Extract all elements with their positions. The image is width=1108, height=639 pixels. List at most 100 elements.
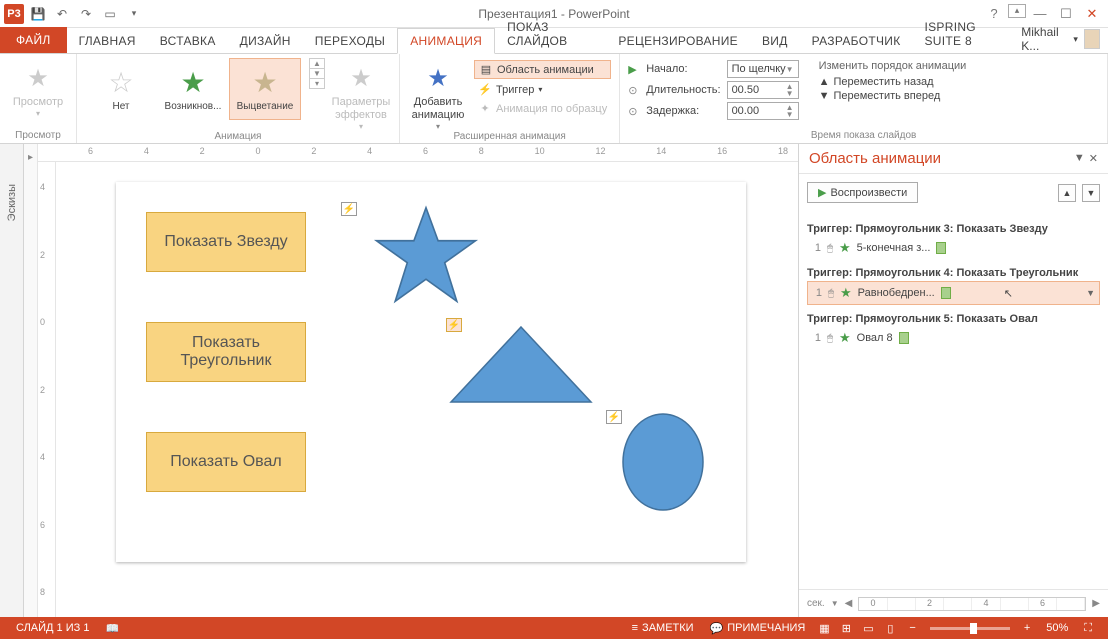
animation-entry-1[interactable]: 1 🖱 ★ 5-конечная з... — [807, 237, 1100, 259]
star-shape[interactable] — [371, 202, 481, 307]
sorter-view-icon[interactable]: ⊞ — [835, 619, 857, 637]
trigger-label-1: Триггер: Прямоугольник 3: Показать Звезд… — [807, 223, 1100, 235]
preview-button[interactable]: ★ Просмотр ▾ — [8, 58, 68, 118]
redo-icon[interactable]: ↷ — [76, 4, 96, 24]
star-green-icon: ★ — [839, 330, 851, 346]
add-animation-button[interactable]: ★ Добавить анимацию ▾ — [408, 58, 468, 131]
timeline-right-icon[interactable]: ▶ — [1092, 598, 1100, 609]
slideshow-view-icon[interactable]: ▯ — [879, 619, 901, 637]
minimize-icon[interactable]: — — [1028, 4, 1052, 24]
tab-review[interactable]: РЕЦЕНЗИРОВАНИЕ — [606, 29, 750, 53]
slide-editor: 642024681012141618 4202468 Показать Звез… — [38, 144, 798, 617]
normal-view-icon[interactable]: ▦ — [813, 619, 835, 637]
ribbon: ★ Просмотр ▾ Просмотр ☆ Нет ★ Возникнов.… — [0, 54, 1108, 144]
save-icon[interactable]: 💾 — [28, 4, 48, 24]
maximize-icon[interactable]: ☐ — [1054, 4, 1078, 24]
animation-entry-3[interactable]: 1 🖱 ★ Овал 8 — [807, 327, 1100, 349]
start-select[interactable]: По щелчку▼ — [727, 60, 799, 78]
close-icon[interactable]: ✕ — [1080, 4, 1104, 24]
thumbnails-label: Эскизы — [6, 184, 18, 221]
tab-slideshow[interactable]: ПОКАЗ СЛАЙДОВ — [495, 15, 606, 53]
animation-painter-button[interactable]: ✦ Анимация по образцу — [474, 100, 611, 117]
cursor-icon: ↖ — [1004, 287, 1013, 300]
move-down-button[interactable]: ▼ — [1082, 184, 1100, 202]
app-icon: P3 — [4, 4, 24, 24]
trigger-button[interactable]: ⚡ Триггер ▾ — [474, 81, 611, 98]
spellcheck-icon[interactable]: 📖 — [97, 622, 127, 635]
oval-shape[interactable] — [621, 412, 706, 512]
chevron-down-icon: ▼ — [786, 66, 794, 73]
shape-button-triangle[interactable]: Показать Треугольник — [146, 322, 306, 382]
trigger-badge-1[interactable]: ⚡ — [341, 202, 357, 216]
anim-none[interactable]: ☆ Нет — [85, 58, 157, 120]
tab-transitions[interactable]: ПЕРЕХОДЫ — [303, 29, 397, 53]
canvas[interactable]: Показать Звезду Показать Треугольник Пок… — [56, 162, 798, 617]
gallery-expand[interactable]: ▲ ▼ ▾ — [309, 58, 325, 89]
start-slideshow-icon[interactable]: ▭ — [100, 4, 120, 24]
move-later-button[interactable]: ▼Переместить вперед — [819, 90, 967, 102]
tab-ispring[interactable]: ISPRING SUITE 8 — [912, 15, 1021, 53]
zoom-in-button[interactable]: + — [1016, 622, 1038, 634]
gallery-down-icon[interactable]: ▼ — [310, 69, 324, 79]
notes-button[interactable]: ≡ЗАМЕТКИ — [624, 622, 702, 634]
ribbon-group-timing: ▶Начало: По щелчку▼ ⊙Длительность: 00.50… — [620, 54, 1108, 143]
effect-options-button[interactable]: ★ Параметры эффектов ▾ — [331, 58, 391, 131]
move-up-button[interactable]: ▲ — [1058, 184, 1076, 202]
gallery-more-icon[interactable]: ▾ — [310, 79, 324, 88]
star-play-icon: ★ — [22, 62, 54, 94]
tab-home[interactable]: ГЛАВНАЯ — [67, 29, 148, 53]
tab-design[interactable]: ДИЗАЙН — [228, 29, 303, 53]
play-from-button[interactable]: ▶ Воспроизвести — [807, 182, 918, 203]
comments-button[interactable]: 💬ПРИМЕЧАНИЯ — [702, 622, 814, 635]
pane-close-icon[interactable]: ✕ — [1089, 152, 1098, 165]
chevron-down-icon[interactable]: ▼ — [831, 599, 839, 608]
pane-options-icon[interactable]: ▼ — [1074, 152, 1085, 165]
animation-pane-button[interactable]: ▤ Область анимации — [474, 60, 611, 79]
animation-pane: Область анимации ▼ ✕ ▶ Воспроизвести ▲ ▼… — [798, 144, 1108, 617]
pane-icon: ▤ — [479, 63, 493, 76]
delay-input[interactable]: 00.00▲▼ — [727, 102, 799, 120]
slide-counter[interactable]: СЛАЙД 1 ИЗ 1 — [8, 622, 97, 634]
clock-icon: ⊙ — [628, 84, 642, 97]
chevron-down-icon[interactable]: ▼ — [1086, 288, 1095, 298]
fit-to-window-icon[interactable]: ⛶ — [1076, 622, 1100, 635]
tab-view[interactable]: ВИД — [750, 29, 800, 53]
trigger-badge-3[interactable]: ⚡ — [606, 410, 622, 424]
user-area[interactable]: Mikhail K... ▾ — [1021, 25, 1108, 53]
triangle-shape[interactable] — [446, 322, 596, 407]
animation-pane-title: Область анимации — [809, 150, 941, 167]
zoom-slider[interactable] — [930, 627, 1010, 630]
ribbon-group-advanced: ★ Добавить анимацию ▾ ▤ Область анимации… — [400, 54, 620, 143]
qat-more-icon[interactable]: ▾ — [124, 4, 144, 24]
thumbnails-pane[interactable]: Эскизы — [0, 144, 24, 617]
mouse-click-icon: 🖱 — [827, 243, 833, 254]
tab-animation[interactable]: АНИМАЦИЯ — [397, 28, 495, 54]
animation-entry-2[interactable]: 1 🖱 ★ Равнобедрен... ↖ ▼ — [807, 281, 1100, 305]
move-earlier-button[interactable]: ▲Переместить назад — [819, 76, 967, 88]
timeline-ruler[interactable]: 0246 — [858, 597, 1086, 611]
main-area: Эскизы ▸ 642024681012141618 4202468 Пока… — [0, 144, 1108, 617]
shape-button-oval[interactable]: Показать Овал — [146, 432, 306, 492]
zoom-level[interactable]: 50% — [1038, 622, 1076, 634]
timeline-left-icon[interactable]: ◀ — [845, 598, 853, 609]
delay-icon: ⊙ — [628, 105, 642, 118]
anim-appear[interactable]: ★ Возникнов... — [157, 58, 229, 120]
shape-button-star[interactable]: Показать Звезду — [146, 212, 306, 272]
tab-insert[interactable]: ВСТАВКА — [148, 29, 228, 53]
star-options-icon: ★ — [345, 62, 377, 94]
slide[interactable]: Показать Звезду Показать Треугольник Пок… — [116, 182, 746, 562]
horizontal-ruler: 642024681012141618 — [38, 144, 798, 162]
expand-thumbnails[interactable]: ▸ — [24, 144, 38, 617]
tab-developer[interactable]: РАЗРАБОТЧИК — [800, 29, 913, 53]
duration-input[interactable]: 00.50▲▼ — [727, 81, 799, 99]
gallery-up-icon[interactable]: ▲ — [310, 59, 324, 69]
tab-file[interactable]: ФАЙЛ — [0, 27, 67, 53]
undo-icon[interactable]: ↶ — [52, 4, 72, 24]
arrow-up-icon: ▲ — [819, 76, 830, 88]
star-add-icon: ★ — [422, 62, 454, 94]
animation-gallery[interactable]: ☆ Нет ★ Возникнов... ★ Выцветание — [85, 58, 301, 120]
reading-view-icon[interactable]: ▭ — [857, 619, 879, 637]
zoom-out-button[interactable]: − — [901, 622, 923, 634]
statusbar: СЛАЙД 1 ИЗ 1 📖 ≡ЗАМЕТКИ 💬ПРИМЕЧАНИЯ ▦ ⊞ … — [0, 617, 1108, 639]
anim-fade[interactable]: ★ Выцветание — [229, 58, 301, 120]
